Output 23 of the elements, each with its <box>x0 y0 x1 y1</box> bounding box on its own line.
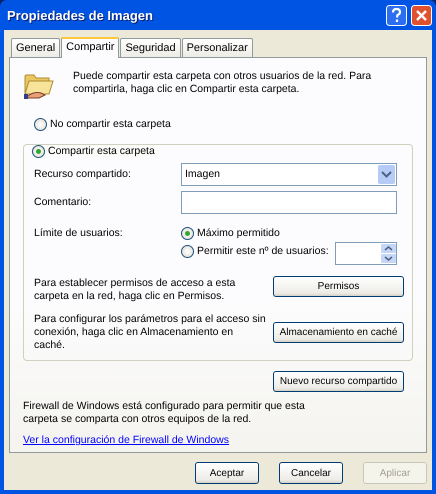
dialog-button[interactable]: Aceptar <box>195 462 259 484</box>
share-name-label: Recurso compartido: <box>34 168 132 181</box>
share-name-dropdown[interactable]: Imagen <box>181 163 397 186</box>
user-limit-label: Límite de usuarios: <box>34 226 124 241</box>
firewall-settings-link[interactable]: Ver la configuración de Firewall de Windows <box>23 434 230 446</box>
caching-button[interactable]: Almacenamiento en caché <box>273 322 404 343</box>
radio-label[interactable]: Permitir este nº de usuarios: <box>197 245 329 258</box>
comment-label: Comentario: <box>34 196 92 209</box>
tab[interactable]: General <box>11 38 60 57</box>
radio-label[interactable]: Máximo permitido <box>197 227 280 240</box>
tab[interactable]: Seguridad <box>120 38 181 57</box>
caching-text: Para configurar los parámetros para el acceso sin conexión, haga clic en Almacenamiento en caché. <box>34 313 266 352</box>
intro-text: Puede compartir esta carpeta con otros usuarios de la red. Para compartirla, haga clic en Compartir esta carpeta. <box>73 69 372 97</box>
permissions-text: Para establecer permisos de acceso a esta carpeta en la red, haga clic en Permisos. <box>34 277 236 303</box>
radio-label[interactable]: No compartir esta carpeta <box>50 118 171 131</box>
field-value: Imagen <box>184 168 222 181</box>
new-share-button[interactable]: Nuevo recurso compartido <box>273 371 404 392</box>
tab[interactable]: Personalizar <box>182 38 253 57</box>
tab[interactable]: Compartir <box>61 37 120 58</box>
window-title: Propiedades de Imagen <box>7 8 154 22</box>
dialog-button[interactable]: Cancelar <box>279 462 343 484</box>
firewall-text: Firewall de Windows está configurado para permitir que esta carpeta se comparta con otros equipos de la red. <box>23 400 306 426</box>
permissions-button[interactable]: Permisos <box>273 276 404 297</box>
